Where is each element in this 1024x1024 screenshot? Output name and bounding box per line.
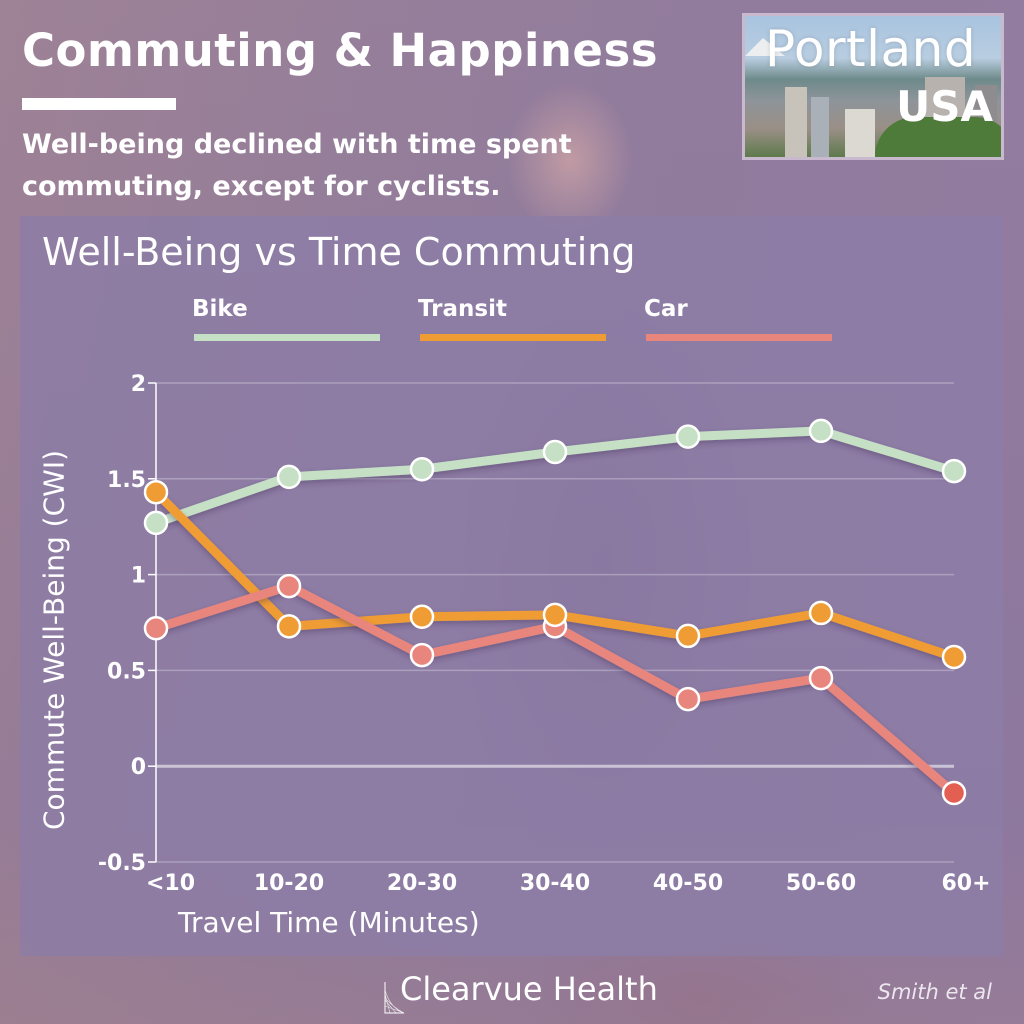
- line-chart: -0.5 0 0.5 1 1.5 2 <10 10-20 20-30 30-40 40-50 50-…: [98, 372, 991, 896]
- x-tick-label: <10: [146, 871, 195, 896]
- data-point-bike: [675, 424, 701, 449]
- data-point-transit: [409, 604, 435, 630]
- data-point-transit: [542, 602, 568, 628]
- data-point-bike: [808, 418, 834, 444]
- data-point-transit: [276, 614, 302, 639]
- data-point-transit: [941, 644, 967, 670]
- data-point-bike: [276, 464, 302, 490]
- data-point-car: [409, 642, 435, 668]
- data-point-car: [276, 573, 302, 599]
- x-tick-label: 20-30: [387, 871, 457, 896]
- data-point-bike: [409, 456, 435, 482]
- citation: Smith et al: [877, 980, 992, 1004]
- data-point-transit: [143, 479, 169, 505]
- data-point-car: [675, 686, 701, 712]
- data-point-bike: [143, 510, 169, 536]
- data-point-car: [143, 615, 169, 641]
- data-point-car: [808, 665, 834, 691]
- y-tick-label: 1.5: [107, 468, 146, 493]
- x-tick-label: 60+: [941, 871, 990, 896]
- data-point-bike: [542, 439, 568, 465]
- brand-label: Clearvue Health: [400, 970, 658, 1008]
- x-tick-label: 10-20: [254, 871, 324, 896]
- data-point-bike: [941, 458, 967, 484]
- x-tick-label: 40-50: [653, 871, 723, 896]
- y-tick-label: 0.5: [107, 659, 146, 684]
- data-point-transit: [808, 600, 834, 626]
- y-tick-label: 1: [131, 564, 146, 589]
- y-tick-label: 2: [131, 372, 146, 397]
- data-point-transit: [675, 623, 701, 649]
- x-tick-label: 30-40: [520, 871, 590, 896]
- x-tick-label: 50-60: [786, 871, 856, 896]
- y-tick-label: -0.5: [98, 851, 146, 876]
- brand-name: Clearvue Health: [384, 970, 658, 1008]
- data-point-car: [941, 780, 967, 806]
- y-tick-label: 0: [131, 755, 146, 780]
